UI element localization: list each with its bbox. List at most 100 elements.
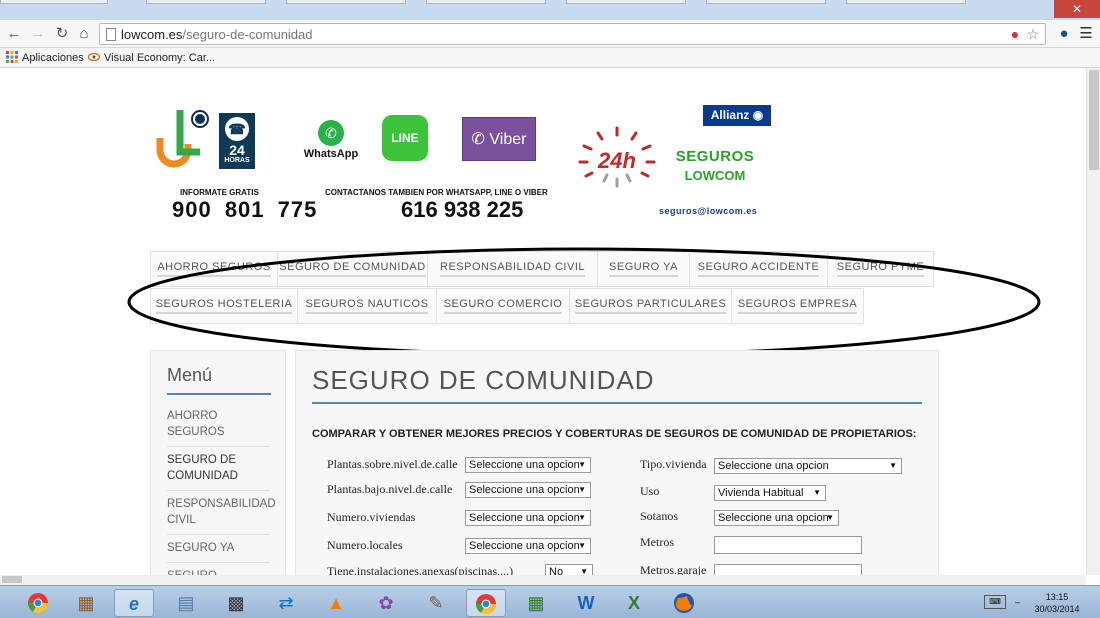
excel-icon[interactable]: X	[614, 589, 654, 617]
nav-item-seguros-nauticos[interactable]: SEGUROS NAUTICOS	[298, 288, 437, 324]
extension-icon[interactable]: ●	[1054, 24, 1074, 44]
info-gratis-label: INFORMATE GRATIS	[180, 188, 259, 197]
tray-arrow-icon[interactable]: –	[1015, 597, 1020, 607]
paint-icon[interactable]: ✿	[366, 589, 406, 617]
notes-icon[interactable]: ▦	[66, 589, 106, 617]
scrollbar-thumb[interactable]	[2, 576, 22, 583]
bookmark-label: Aplicaciones	[22, 52, 84, 64]
excel-sheet-icon[interactable]: ▦	[516, 589, 556, 617]
numero-locales-select[interactable]: Seleccione una opcion ▼	[465, 538, 591, 554]
whatsapp-icon: ✆	[318, 120, 344, 146]
nav-item-seguro-de-comunidad[interactable]: SEGURO DE COMUNIDAD	[278, 251, 428, 287]
nav-item-seguros-particulares[interactable]: SEGUROS PARTICULARES	[570, 288, 732, 324]
chrome-icon[interactable]	[466, 589, 506, 617]
nav-item-label: SEGURO YA	[609, 261, 678, 277]
sidebar-title: Menú	[167, 365, 213, 385]
uso-select[interactable]: Vivienda Habitual ▼	[714, 485, 826, 501]
firefox-icon[interactable]	[664, 589, 704, 617]
window-close-button[interactable]: ✕	[1054, 0, 1100, 18]
url-text[interactable]: lowcom.es/seguro-de-comunidad	[121, 27, 313, 42]
page-title: SEGURO DE COMUNIDAD	[312, 365, 655, 395]
mobile-phone-number[interactable]: 616 938 225	[401, 197, 523, 223]
horizontal-scrollbar[interactable]	[0, 575, 1086, 585]
tipo-vivienda-select[interactable]: Seleccione una opcion ▼	[714, 458, 902, 474]
lowcom-logo[interactable]	[156, 106, 211, 170]
bookmark-visual-economy[interactable]: Visual Economy: Car...	[87, 51, 215, 64]
metros-garaje-label: Metros.garaje	[640, 563, 707, 575]
bookmark-star-icon[interactable]: ☆	[1025, 26, 1041, 42]
home-button[interactable]: ⌂	[74, 24, 94, 44]
browser-tab[interactable]	[0, 0, 108, 4]
nav-item-seguros-hosteleria[interactable]: SEGUROS HOSTELERIA	[150, 288, 298, 324]
close-icon: ✕	[1071, 2, 1083, 16]
sidebar-item-seguro-accidente[interactable]: SEGURO ACCIDENTE	[167, 563, 270, 575]
select-value: Seleccione una opcion	[718, 512, 829, 524]
whatsapp-logo[interactable]: ✆ WhatsApp	[303, 120, 359, 160]
sidebar-item-seguro-de-comunidad[interactable]: SEGURO DE COMUNIDAD	[167, 447, 270, 491]
nav-item-seguros-empresa[interactable]: SEGUROS EMPRESA	[732, 288, 864, 324]
nav-item-ahorro-seguros[interactable]: AHORRO SEGUROS	[150, 251, 278, 287]
url-path: /seguro-de-comunidad	[182, 27, 313, 42]
teamviewer-icon[interactable]: ⇄	[266, 589, 306, 617]
gimp-icon[interactable]: ✎	[416, 589, 456, 617]
reload-button[interactable]: ↻	[52, 24, 72, 44]
metros-garaje-input[interactable]	[714, 564, 862, 575]
allianz-logo[interactable]: Allianz ◉	[703, 105, 771, 126]
main-nav-row-2: SEGUROS HOSTELERIA SEGUROS NAUTICOS SEGU…	[150, 288, 864, 324]
select-value: No	[549, 566, 564, 575]
telephone-icon: ☎	[225, 117, 249, 141]
browser-tab[interactable]	[286, 0, 406, 4]
word-icon[interactable]: W	[566, 589, 606, 617]
calculator-icon[interactable]: ▤	[166, 589, 206, 617]
browser-tab[interactable]	[846, 0, 966, 4]
vlc-icon[interactable]: ▲	[316, 589, 356, 617]
screen: ✕ ← → ↻ ⌂ lowcom.es/seguro-de-comunidad …	[0, 0, 1100, 618]
keyboard-icon[interactable]: ⌨	[984, 595, 1006, 609]
nav-item-seguro-pyme[interactable]: SEGURO PYME	[828, 251, 934, 287]
scrollbar-thumb[interactable]	[1089, 70, 1099, 170]
browser-tab[interactable]	[706, 0, 826, 4]
whatsapp-label: WhatsApp	[303, 148, 359, 160]
chat-bubble-icon[interactable]: ●	[1007, 26, 1023, 42]
vertical-scrollbar[interactable]	[1086, 68, 1100, 575]
sidebar-item-ahorro-seguros[interactable]: AHORRO SEGUROS	[167, 403, 270, 447]
sotanos-select[interactable]: Seleccione una opcion ▼	[714, 510, 839, 526]
nav-item-responsabilidad-civil[interactable]: RESPONSABILIDAD CIVIL	[428, 251, 598, 287]
seguros-line2: LOWCOM	[684, 168, 746, 183]
numero-viviendas-select[interactable]: Seleccione una opcion ▼	[465, 510, 591, 526]
plantas-bajo-select[interactable]: Seleccione una opcion ▼	[465, 482, 591, 498]
sidebar-title-rule	[167, 393, 271, 395]
movie-maker-icon[interactable]: ▩	[216, 589, 256, 617]
browser-tab[interactable]	[566, 0, 686, 4]
line-label: LINE	[391, 131, 419, 145]
numero-locales-label: Numero.locales	[327, 538, 403, 552]
nav-item-label: RESPONSABILIDAD CIVIL	[440, 261, 585, 277]
internet-explorer-icon[interactable]: e	[114, 589, 154, 617]
nav-item-seguro-comercio[interactable]: SEGURO COMERCIO	[437, 288, 570, 324]
email-link[interactable]: seguros@lowcom.es	[659, 206, 757, 216]
browser-tab[interactable]	[146, 0, 266, 4]
clock[interactable]: 13:15 30/03/2014	[1034, 591, 1080, 615]
line-logo[interactable]: LINE	[382, 115, 428, 161]
back-button[interactable]: ←	[4, 24, 24, 44]
nav-item-seguro-ya[interactable]: SEGURO YA	[598, 251, 690, 287]
menu-button[interactable]: ☰	[1076, 24, 1096, 44]
seguros-line1: SEGUROS	[675, 148, 755, 165]
plantas-sobre-select[interactable]: Seleccione una opcion ▼	[465, 457, 591, 473]
viber-label: Viber	[489, 131, 527, 148]
bookmark-apps[interactable]: Aplicaciones	[6, 51, 84, 64]
free-phone-number[interactable]: 900 801 775	[172, 197, 317, 223]
nav-item-label: SEGUROS PARTICULARES	[574, 298, 727, 314]
nav-item-seguro-accidente[interactable]: SEGURO ACCIDENTE	[690, 251, 828, 287]
address-bar[interactable]: lowcom.es/seguro-de-comunidad ● ☆	[99, 23, 1046, 45]
chrome-icon-left[interactable]	[18, 589, 58, 617]
sidebar-item-seguro-ya[interactable]: SEGURO YA	[167, 535, 270, 563]
24h-service-logo: 24h	[576, 126, 658, 188]
metros-input[interactable]	[714, 536, 862, 554]
forward-button[interactable]: →	[28, 24, 48, 44]
allianz-label: Allianz	[710, 108, 750, 122]
viber-logo[interactable]: ✆ Viber	[462, 117, 536, 161]
sidebar-item-responsabilidad-civil[interactable]: RESPONSABILIDAD CIVIL	[167, 491, 276, 535]
browser-tab[interactable]	[426, 0, 546, 4]
instalaciones-select[interactable]: No ▼	[545, 564, 593, 575]
